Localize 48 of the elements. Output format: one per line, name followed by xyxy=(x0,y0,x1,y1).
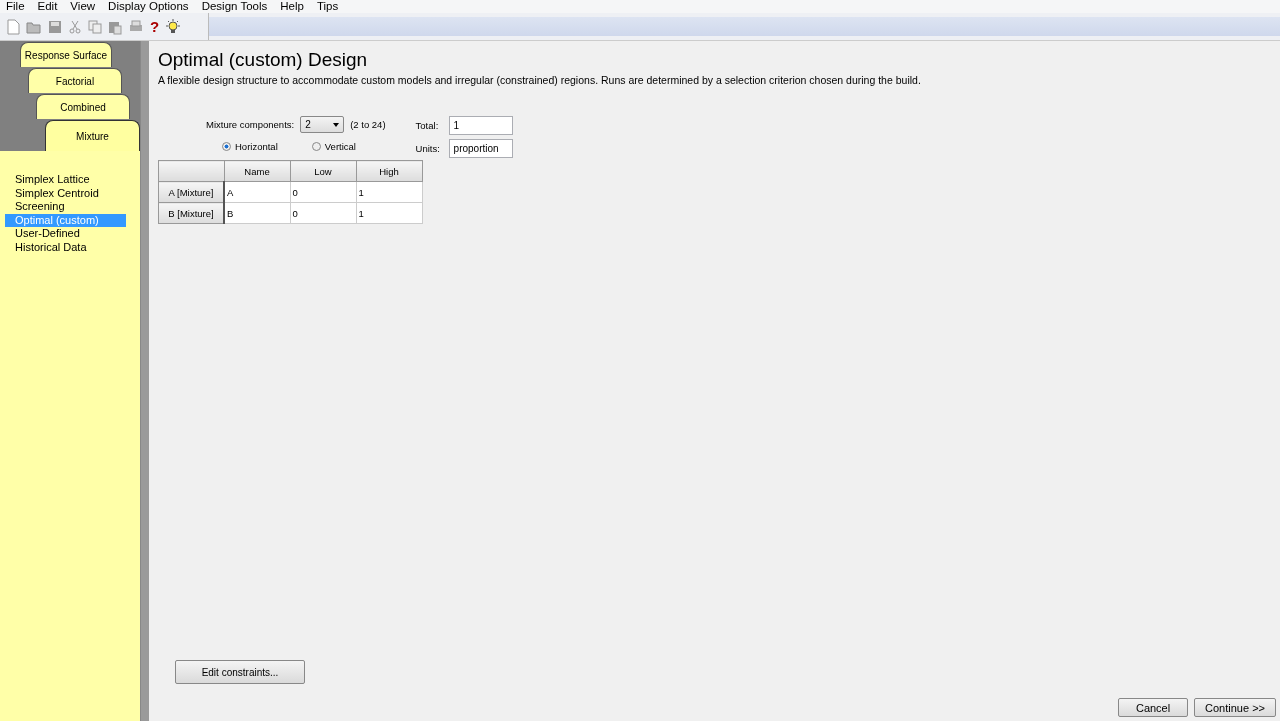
design-type-item[interactable]: Simplex Centroid xyxy=(5,186,126,200)
design-tab[interactable]: Combined xyxy=(36,94,130,119)
menu-item[interactable]: Display Options xyxy=(108,0,189,13)
design-tab[interactable]: Factorial xyxy=(28,68,122,93)
table-cell[interactable]: B xyxy=(224,202,290,224)
field-label: Total: xyxy=(415,120,440,131)
range-label: (2 to 24) xyxy=(350,119,386,130)
row-header: A [Mixture] xyxy=(158,181,224,203)
cut-icon[interactable] xyxy=(68,18,82,35)
column-header: High xyxy=(356,160,422,182)
menu-item[interactable]: Edit xyxy=(37,0,58,13)
menu-item[interactable]: Design Tools xyxy=(201,0,268,13)
design-tab[interactable]: Mixture xyxy=(45,120,140,151)
total-field[interactable]: 1 xyxy=(448,116,513,135)
menu-item[interactable]: Help xyxy=(280,0,304,13)
table-cell[interactable]: 0 xyxy=(290,202,356,224)
column-header: Low xyxy=(290,160,356,182)
corner-cell xyxy=(158,160,224,182)
table-cell[interactable]: 1 xyxy=(356,181,422,203)
design-type-item[interactable]: Historical Data xyxy=(5,240,126,254)
menu-item[interactable]: Tips xyxy=(316,0,339,13)
units-field[interactable]: proportion xyxy=(448,139,513,158)
edit-constraints-button[interactable]: Edit constraints... xyxy=(175,660,305,684)
help-icon[interactable]: ? xyxy=(150,18,160,35)
dialog-button[interactable]: Cancel xyxy=(1118,698,1189,717)
components-dropdown[interactable]: 2 xyxy=(300,116,345,133)
design-type-item[interactable]: Screening xyxy=(5,200,126,214)
menu-item[interactable]: File xyxy=(6,0,25,13)
dialog-button[interactable]: Continue >> xyxy=(1194,698,1276,717)
orientation-radio[interactable]: Horizontal xyxy=(222,141,278,152)
design-type-item[interactable]: Simplex Lattice xyxy=(5,173,126,187)
design-type-item[interactable]: User-Defined xyxy=(5,227,126,241)
orientation-radio[interactable]: Vertical xyxy=(311,141,356,152)
page-title: Optimal (custom) Design xyxy=(158,49,369,71)
field-label: Units: xyxy=(415,143,441,154)
column-header: Name xyxy=(224,160,290,182)
copy-icon[interactable] xyxy=(88,18,102,35)
design-tab[interactable]: Response Surface xyxy=(20,42,112,67)
menu-item[interactable]: View xyxy=(70,0,96,13)
description-text: A flexible design structure to accommodate custom models and irregular (constrained) regions. Runs are determined by a selection criterion chosen during the build. xyxy=(158,74,922,86)
save-icon[interactable] xyxy=(48,18,62,35)
field-label: Mixture components: xyxy=(206,119,295,130)
row-header: B [Mixture] xyxy=(158,202,224,224)
lightbulb-icon[interactable] xyxy=(165,18,182,35)
table-cell[interactable]: 1 xyxy=(356,202,422,224)
new-file-icon[interactable] xyxy=(6,18,20,35)
table-cell[interactable]: 0 xyxy=(290,181,356,203)
table-cell[interactable]: A xyxy=(224,181,290,203)
